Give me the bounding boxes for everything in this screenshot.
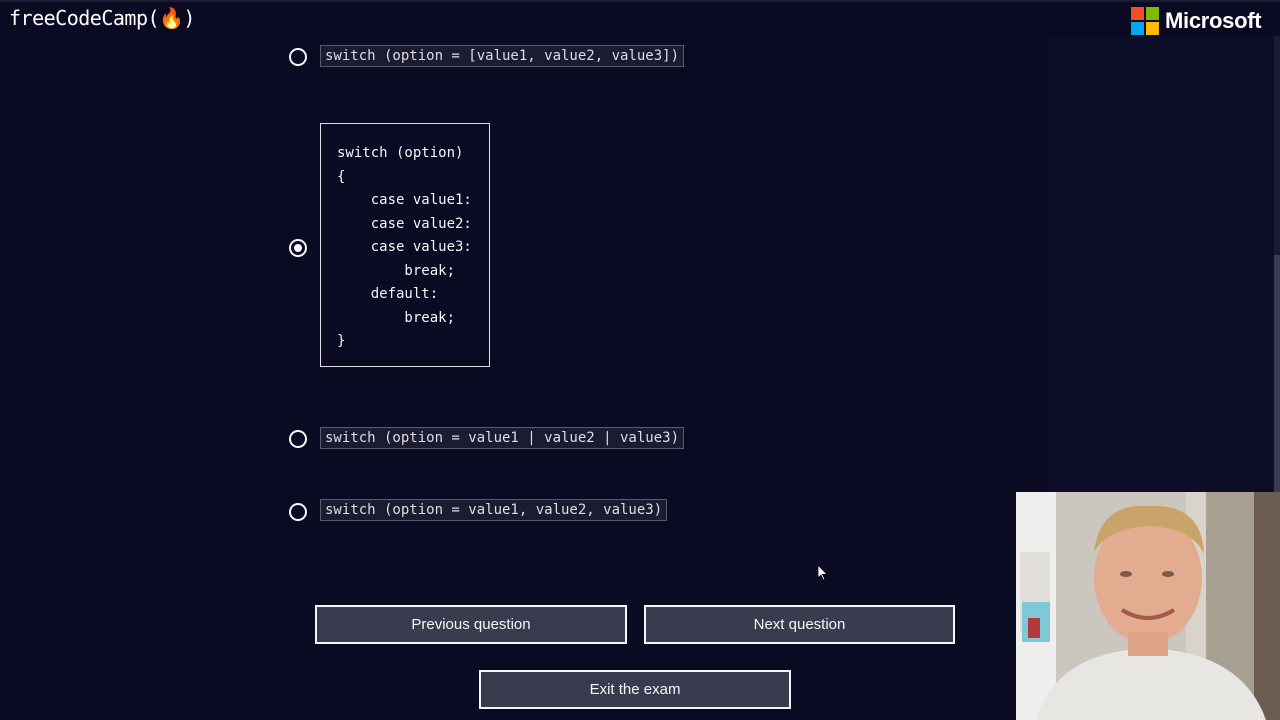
next-question-button[interactable]: Next question — [644, 605, 955, 644]
left-margin — [0, 36, 223, 720]
option-radio-4[interactable] — [289, 503, 307, 521]
mouse-cursor-icon — [818, 565, 828, 581]
option-label-3[interactable]: switch (option = value1 | value2 | value… — [320, 427, 685, 449]
option-radio-2[interactable] — [289, 239, 307, 257]
microsoft-label: Microsoft — [1165, 8, 1262, 33]
option-radio-1[interactable] — [289, 48, 307, 66]
option-label-2: switch (option) { case value1: case valu… — [337, 145, 472, 349]
option-code-block-2[interactable]: switch (option) { case value1: case valu… — [320, 123, 490, 367]
freecodecamp-logo: freeCodeCamp(🔥) — [9, 6, 195, 30]
option-label-1[interactable]: switch (option = [value1, value2, value3… — [320, 45, 685, 67]
scrollbar-thumb[interactable] — [1274, 255, 1280, 525]
option-label-4[interactable]: switch (option = value1, value2, value3) — [320, 499, 668, 521]
top-bar: freeCodeCamp(🔥) Microsoft — [0, 0, 1280, 36]
presenter-video-icon — [1016, 492, 1280, 720]
option-radio-3[interactable] — [289, 430, 307, 448]
exit-exam-button[interactable]: Exit the exam — [479, 670, 791, 709]
previous-question-button[interactable]: Previous question — [315, 605, 627, 644]
microsoft-logo-icon — [1131, 7, 1159, 35]
microsoft-logo: Microsoft — [1131, 7, 1262, 35]
webcam-video-overlay — [1016, 492, 1280, 720]
